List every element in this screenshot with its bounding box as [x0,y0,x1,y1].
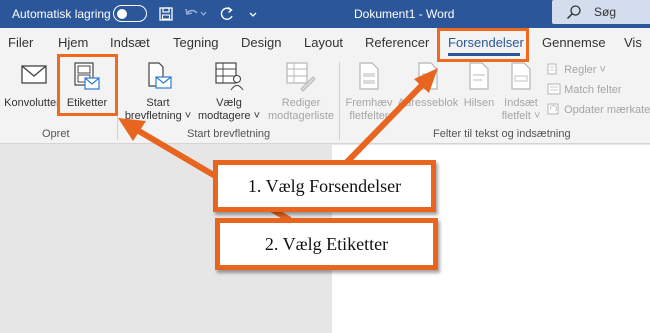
callout-step2-text: 2. Vælg Etiketter [264,233,389,254]
callout-step1-text: 1. Vælg Forsendelser [247,175,402,196]
callout-step2: 2. Vælg Etiketter [215,218,438,270]
callout-step1: 1. Vælg Forsendelser [213,160,436,212]
arrow-to-forsendelser [342,77,430,167]
